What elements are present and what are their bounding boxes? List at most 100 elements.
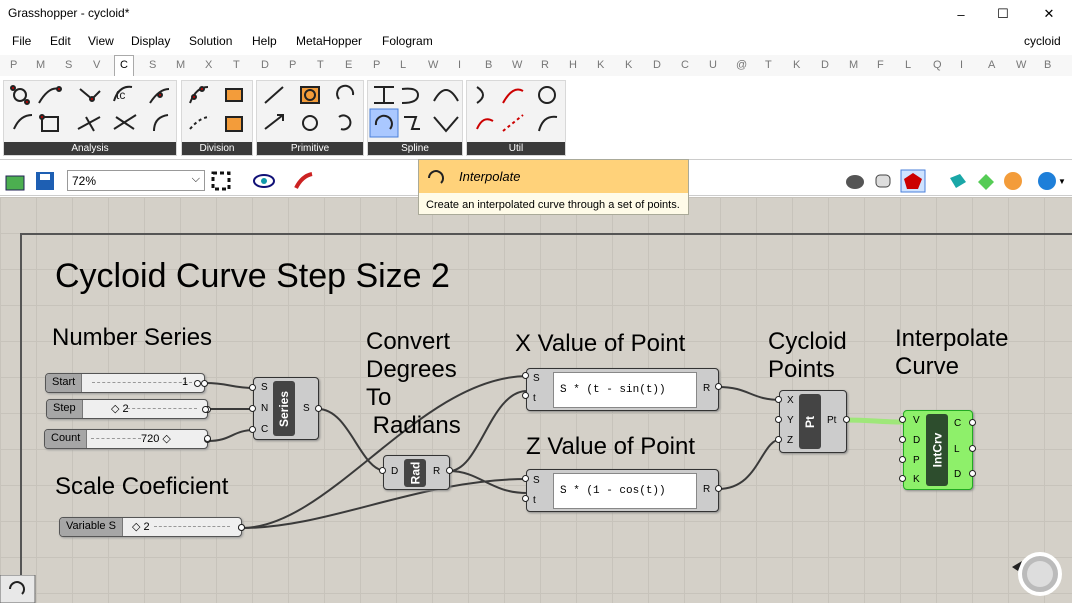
tab-6[interactable]: M: [176, 59, 185, 71]
tab-21[interactable]: K: [597, 59, 604, 71]
tab-18[interactable]: W: [512, 59, 522, 71]
tab-13[interactable]: P: [373, 59, 380, 71]
rad-component[interactable]: D Rad R: [383, 455, 450, 490]
zoom-dropdown[interactable]: 72% ⌵: [67, 170, 205, 191]
ribbon-caption-primitive[interactable]: Primitive: [257, 142, 363, 155]
division-tools-icons[interactable]: [182, 81, 252, 143]
save-icon[interactable]: [34, 170, 56, 192]
tab-22[interactable]: K: [625, 59, 632, 71]
close-button[interactable]: ✕: [1026, 0, 1072, 28]
int-output-l[interactable]: L: [954, 444, 960, 455]
tab-8[interactable]: T: [233, 59, 240, 71]
series-input-n[interactable]: N: [261, 403, 268, 414]
tab-30[interactable]: M: [849, 59, 858, 71]
x-expr-output-r[interactable]: R: [703, 383, 710, 394]
wireframe-preview-icon[interactable]: [872, 170, 894, 192]
z-expr-input-s[interactable]: S: [533, 475, 540, 486]
tab-7[interactable]: X: [205, 59, 212, 71]
z-expression-component[interactable]: S t S * (1 - cos(t)) R: [526, 469, 719, 512]
slider-variable-s[interactable]: Variable S ◇ 2: [59, 517, 245, 537]
tab-5[interactable]: S: [149, 59, 156, 71]
sketch-pen-icon[interactable]: [292, 170, 316, 192]
tab-29[interactable]: D: [821, 59, 829, 71]
z-expr-output-r[interactable]: R: [703, 484, 710, 495]
preview-eye-icon[interactable]: [252, 171, 276, 191]
menu-display[interactable]: Display: [131, 34, 170, 48]
tab-14[interactable]: L: [400, 59, 406, 71]
tab-4[interactable]: C: [114, 55, 134, 77]
int-input-p[interactable]: P: [913, 455, 920, 466]
pt-input-x[interactable]: X: [787, 395, 794, 406]
open-file-icon[interactable]: [4, 170, 26, 192]
x-expression-text[interactable]: S * (t - sin(t)): [553, 372, 697, 408]
slider-step[interactable]: Step ◇ 2: [46, 399, 211, 419]
tab-10[interactable]: P: [289, 59, 296, 71]
shaded-preview-icon[interactable]: [900, 169, 926, 193]
tab-34[interactable]: I: [960, 59, 963, 71]
rad-output-r[interactable]: R: [433, 466, 440, 477]
menu-help[interactable]: Help: [252, 34, 277, 48]
blue-gem-icon[interactable]: ▼: [1036, 170, 1066, 192]
rad-input-d[interactable]: D: [391, 466, 398, 477]
canvas-corner-interpolate-icon[interactable]: [0, 575, 36, 603]
sphere-icon[interactable]: [1002, 170, 1024, 192]
series-input-s[interactable]: S: [261, 382, 268, 393]
slider-count[interactable]: Count 720 ◇: [44, 429, 211, 449]
tab-28[interactable]: K: [793, 59, 800, 71]
tab-27[interactable]: T: [765, 59, 772, 71]
green-shape-icon[interactable]: [974, 170, 996, 192]
tab-0[interactable]: P: [10, 59, 17, 71]
teal-shape-icon[interactable]: [946, 170, 968, 192]
preview-mode-icon[interactable]: [844, 170, 866, 192]
spline-tools-icons[interactable]: [368, 81, 462, 143]
z-expr-input-t[interactable]: t: [533, 495, 536, 506]
menu-fologram[interactable]: Fologram: [382, 34, 433, 48]
series-output-s[interactable]: S: [303, 403, 310, 414]
menu-file[interactable]: File: [12, 34, 31, 48]
navigation-widget-icon[interactable]: [1010, 549, 1064, 599]
x-expr-input-s[interactable]: S: [533, 373, 540, 384]
int-input-d[interactable]: D: [913, 435, 920, 446]
tab-32[interactable]: L: [905, 59, 911, 71]
tab-31[interactable]: F: [877, 59, 884, 71]
z-expression-text[interactable]: S * (1 - cos(t)): [553, 473, 697, 509]
slider-start[interactable]: Start 1: [45, 373, 208, 393]
interpolate-curve-component[interactable]: V D P K IntCrv C L D: [903, 410, 973, 490]
menu-metahopper[interactable]: MetaHopper: [296, 34, 362, 48]
pt-input-y[interactable]: Y: [787, 415, 794, 426]
ribbon-caption-division[interactable]: Division: [182, 142, 252, 155]
pt-input-z[interactable]: Z: [787, 435, 793, 446]
tab-36[interactable]: W: [1016, 59, 1026, 71]
tab-12[interactable]: E: [345, 59, 352, 71]
series-component[interactable]: S N C Series S: [253, 377, 319, 440]
x-expr-input-t[interactable]: t: [533, 393, 536, 404]
tab-35[interactable]: A: [988, 59, 995, 71]
tab-25[interactable]: U: [709, 59, 717, 71]
tab-11[interactable]: T: [317, 59, 324, 71]
tab-33[interactable]: Q: [933, 59, 942, 71]
tab-17[interactable]: B: [485, 59, 492, 71]
ribbon-caption-spline[interactable]: Spline: [368, 142, 462, 155]
tab-15[interactable]: W: [428, 59, 438, 71]
grasshopper-canvas[interactable]: Cycloid Curve Step Size 2 Number Series …: [0, 197, 1072, 603]
ribbon-caption-analysis[interactable]: Analysis: [4, 142, 176, 155]
maximize-button[interactable]: ☐: [980, 0, 1026, 28]
menu-edit[interactable]: Edit: [50, 34, 71, 48]
int-output-d[interactable]: D: [954, 469, 961, 480]
util-tools-icons[interactable]: [467, 81, 565, 143]
tab-16[interactable]: I: [458, 59, 461, 71]
pt-output[interactable]: Pt: [827, 415, 836, 426]
int-output-c[interactable]: C: [954, 418, 961, 429]
menu-view[interactable]: View: [88, 34, 114, 48]
tab-1[interactable]: M: [36, 59, 45, 71]
minimize-button[interactable]: –: [938, 0, 984, 28]
zoom-extents-icon[interactable]: [210, 170, 234, 192]
primitive-tools-icons[interactable]: [257, 81, 363, 143]
tab-24[interactable]: C: [681, 59, 689, 71]
tab-9[interactable]: D: [261, 59, 269, 71]
tab-23[interactable]: D: [653, 59, 661, 71]
series-input-c[interactable]: C: [261, 424, 268, 435]
tab-37[interactable]: B: [1044, 59, 1051, 71]
pt-component[interactable]: X Y Z Pt Pt: [779, 390, 847, 453]
slider-start-output[interactable]: [201, 380, 208, 387]
